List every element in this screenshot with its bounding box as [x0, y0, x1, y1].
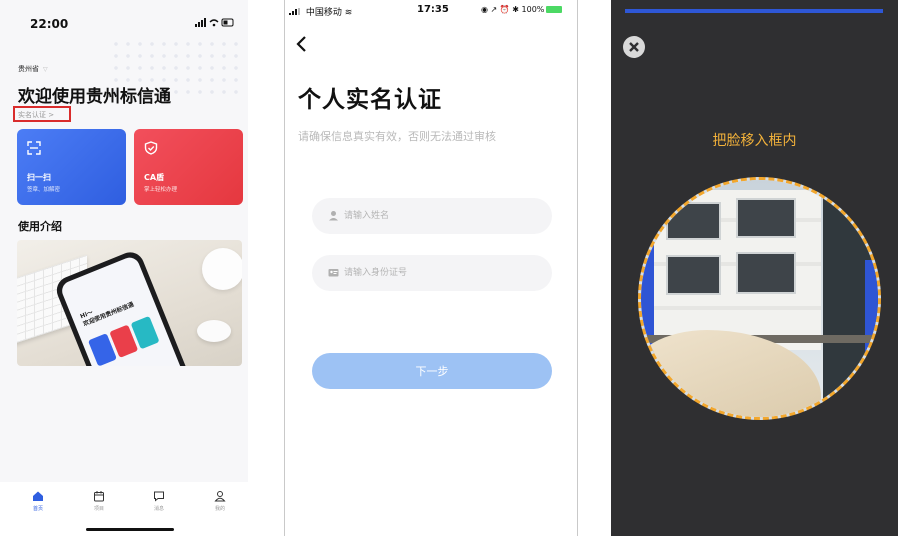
camera-window	[666, 255, 721, 295]
user-icon	[214, 491, 226, 502]
id-card-icon	[328, 269, 339, 277]
top-accent-bar	[625, 9, 883, 13]
face-capture-frame	[638, 177, 881, 420]
scan-card[interactable]: 扫一扫 签章、加解密	[17, 129, 126, 205]
carrier-name: 中国移动	[305, 8, 342, 18]
mug-image	[202, 248, 242, 290]
status-icons	[195, 18, 235, 31]
name-field[interactable]	[312, 198, 552, 234]
page-subtitle: 请确保信息真实有效，否则无法通过审核	[298, 130, 496, 143]
ca-card-subtitle: 掌上轻松办理	[144, 187, 178, 193]
home-indicator	[86, 528, 174, 531]
status-indicator-icons: ◉ ↗ ⏰ ✱	[481, 5, 522, 14]
intro-banner[interactable]: Hi～ 欢迎使用贵州标信通	[17, 240, 242, 366]
camera-window	[736, 252, 796, 294]
id-number-input[interactable]	[344, 264, 534, 282]
real-name-auth-link[interactable]: 实名认证 >	[13, 106, 71, 122]
home-icon	[33, 491, 43, 501]
close-icon[interactable]	[623, 36, 645, 58]
tab-home-label: 首页	[32, 506, 43, 512]
chevron-down-icon: ▽	[43, 66, 48, 73]
tab-projects-label: 项目	[93, 506, 104, 512]
message-icon	[154, 491, 164, 502]
intro-heading: 使用介绍	[18, 220, 62, 233]
tab-messages[interactable]: 消息	[144, 490, 174, 512]
camera-window	[666, 202, 721, 240]
ca-shield-card[interactable]: CA盾 掌上轻松办理	[134, 129, 243, 205]
banner-greeting: Hi～ 欢迎使用贵州标信通	[79, 301, 135, 328]
shield-icon	[144, 141, 158, 155]
tab-profile-label: 我的	[214, 506, 225, 512]
next-step-button[interactable]: 下一步	[312, 353, 552, 389]
ca-card-title: CA盾	[144, 173, 165, 182]
calendar-icon	[94, 491, 104, 502]
scan-card-subtitle: 签章、加解密	[27, 187, 61, 193]
page-title: 个人实名认证	[298, 87, 442, 113]
status-right: ◉ ↗ ⏰ ✱ 100%	[481, 5, 563, 14]
wifi-icon: ≋	[344, 8, 353, 18]
tab-profile[interactable]: 我的	[205, 490, 235, 512]
status-bar: 中国移动 ≋ 17:35 ◉ ↗ ⏰ ✱ 100%	[285, 0, 577, 20]
camera-window	[736, 198, 796, 238]
battery-icon	[546, 6, 563, 13]
scan-card-title: 扫一扫	[27, 173, 51, 182]
back-arrow-icon[interactable]	[295, 34, 307, 58]
person-icon	[329, 211, 338, 221]
status-time: 22:00	[30, 17, 69, 31]
face-capture-screen: 把脸移入框内	[611, 0, 898, 536]
id-number-field[interactable]	[312, 255, 552, 291]
tab-messages-label: 消息	[153, 506, 164, 512]
home-screen: 22:00 贵州省 ▽ 欢迎使用贵州标信通 实名认证 > 扫一扫 签章、加解密 C…	[0, 0, 248, 536]
status-time: 17:35	[417, 4, 449, 15]
welcome-title: 欢迎使用贵州标信通	[18, 87, 171, 107]
tab-projects[interactable]: 项目	[84, 490, 114, 512]
status-carrier: 中国移动 ≋	[289, 5, 352, 18]
battery-percent: 100%	[521, 5, 545, 14]
scan-icon	[27, 141, 41, 155]
face-hint-text: 把脸移入框内	[712, 133, 797, 149]
province-label: 贵州省	[18, 65, 39, 73]
tab-home[interactable]: 首页	[23, 490, 53, 512]
mouse-image	[197, 320, 231, 342]
province-selector[interactable]: 贵州省 ▽	[18, 64, 48, 74]
name-input[interactable]	[344, 207, 534, 225]
real-name-auth-screen: 中国移动 ≋ 17:35 ◉ ↗ ⏰ ✱ 100% 个人实名认证 请确保信息真实…	[284, 0, 578, 536]
signal-wifi-battery-icon	[195, 18, 234, 27]
camera-blue-panel	[865, 260, 878, 380]
signal-icon	[289, 8, 300, 15]
